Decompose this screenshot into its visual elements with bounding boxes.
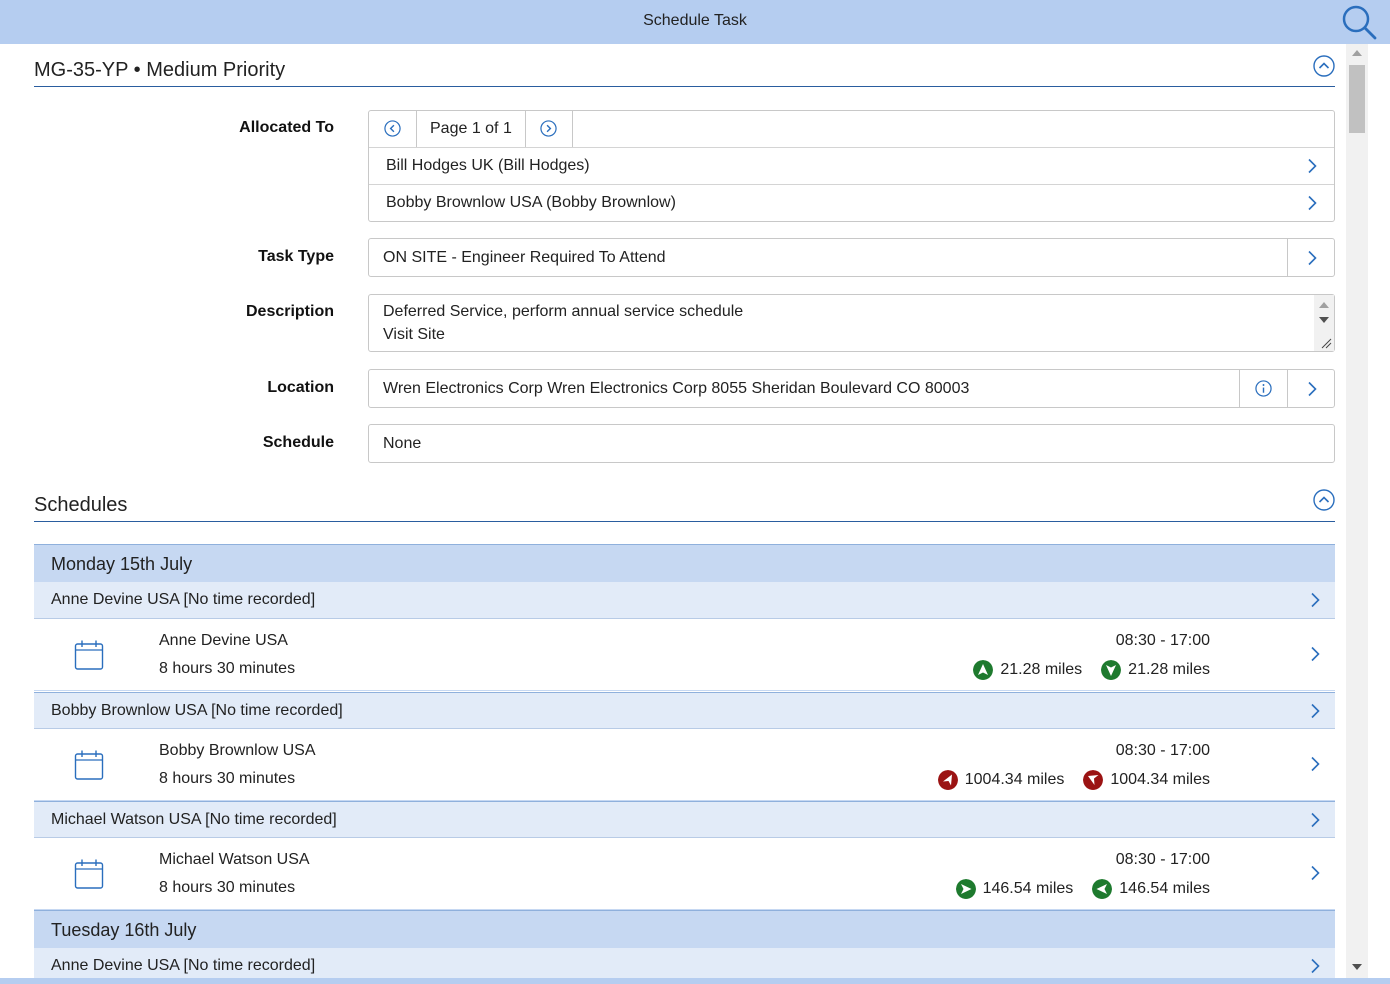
schedule-group-row[interactable]: Bobby Brownlow USA [No time recorded] <box>34 692 1335 729</box>
schedule-group-label: Bobby Brownlow USA [No time recorded] <box>51 702 343 719</box>
description-line-1: Deferred Service, perform annual service… <box>383 303 744 320</box>
chevron-right-icon <box>1308 195 1317 211</box>
collapse-task-section-icon[interactable] <box>1313 55 1335 77</box>
schedule-entry[interactable]: Anne Devine USA 8 hours 30 minutes 08:30… <box>34 619 1335 691</box>
chevron-right-icon[interactable] <box>1306 381 1318 397</box>
chevron-right-icon <box>1311 756 1320 772</box>
allocated-item-label: Bobby Brownlow USA (Bobby Brownlow) <box>386 194 676 211</box>
schedule-value: None <box>383 435 422 452</box>
outbound-direction-icon <box>937 770 958 790</box>
allocated-item-label: Bill Hodges UK (Bill Hodges) <box>386 157 590 174</box>
distance-back: 1004.34 miles <box>1110 771 1210 788</box>
textarea-scrollbar[interactable] <box>1314 295 1334 351</box>
schedule-group-row[interactable]: Anne Devine USA [No time recorded] <box>34 582 1335 619</box>
chevron-right-icon <box>1311 812 1320 828</box>
schedule-entry[interactable]: Bobby Brownlow USA 8 hours 30 minutes 08… <box>34 729 1335 801</box>
allocated-to-list: Page 1 of 1 Bill Hodges UK (Bill Hodges)… <box>368 110 1335 222</box>
previous-page-icon[interactable] <box>384 120 401 137</box>
scrollbar-thumb[interactable] <box>1349 65 1365 133</box>
schedule-group-label: Michael Watson USA [No time recorded] <box>51 811 337 828</box>
description-line-2: Visit Site <box>383 326 445 343</box>
time-range: 08:30 - 17:00 <box>1115 632 1210 649</box>
calendar-icon <box>74 859 104 889</box>
page-indicator: Page 1 of 1 <box>430 120 512 137</box>
day-header: Monday 15th July <box>34 544 1335 583</box>
location-value: Wren Electronics Corp Wren Electronics C… <box>383 380 970 397</box>
engineer-name: Bobby Brownlow USA <box>159 742 316 759</box>
chevron-right-icon <box>1311 703 1320 719</box>
task-type-label: Task Type <box>258 248 334 265</box>
location-field[interactable]: Wren Electronics Corp Wren Electronics C… <box>368 369 1335 408</box>
calendar-icon <box>74 640 104 670</box>
info-icon[interactable] <box>1255 380 1272 397</box>
bottom-bar <box>0 978 1390 984</box>
distance-out: 146.54 miles <box>982 880 1074 897</box>
day-header: Tuesday 16th July <box>34 910 1335 949</box>
page-scrollbar[interactable] <box>1346 44 1368 978</box>
schedule-group-row[interactable]: Michael Watson USA [No time recorded] <box>34 801 1335 838</box>
next-page-icon[interactable] <box>540 120 557 137</box>
allocated-item[interactable]: Bobby Brownlow USA (Bobby Brownlow) <box>369 185 1334 222</box>
schedule-entry[interactable]: Michael Watson USA 8 hours 30 minutes 08… <box>34 838 1335 910</box>
time-range: 08:30 - 17:00 <box>1115 742 1210 759</box>
distance-out: 1004.34 miles <box>964 771 1065 788</box>
day-label: Tuesday 16th July <box>51 920 197 940</box>
distance-back: 146.54 miles <box>1119 880 1210 897</box>
duration: 8 hours 30 minutes <box>159 879 296 896</box>
schedule-group-label: Anne Devine USA [No time recorded] <box>51 591 316 608</box>
schedules-section-header: Schedules <box>34 484 1335 522</box>
description-label: Description <box>245 303 334 320</box>
search-icon[interactable] <box>1340 3 1378 41</box>
engineer-name: Anne Devine USA <box>159 632 288 649</box>
return-direction-icon <box>1101 660 1122 680</box>
chevron-right-icon <box>1311 958 1320 974</box>
location-label: Location <box>267 379 334 396</box>
pager: Page 1 of 1 <box>369 111 1334 148</box>
task-heading: MG-35-YP • Medium Priority <box>34 59 286 81</box>
distance-info: 146.54 miles 146.54 miles <box>955 879 1210 899</box>
chevron-right-icon <box>1311 646 1320 662</box>
outbound-direction-icon <box>973 660 994 680</box>
distance-out: 21.28 miles <box>1000 661 1083 678</box>
task-section-header: MG-35-YP • Medium Priority <box>34 44 1335 87</box>
engineer-name: Michael Watson USA <box>159 851 310 868</box>
allocated-to-label: Allocated To <box>239 119 334 136</box>
scroll-down-arrow-icon[interactable] <box>1352 964 1362 970</box>
task-type-value: ON SITE - Engineer Required To Attend <box>383 249 666 266</box>
schedule-field[interactable]: None <box>368 424 1335 463</box>
scroll-up-arrow-icon[interactable] <box>1352 50 1362 56</box>
calendar-icon <box>74 750 104 780</box>
schedule-label: Schedule <box>262 434 334 451</box>
allocated-item[interactable]: Bill Hodges UK (Bill Hodges) <box>369 148 1334 185</box>
return-direction-icon <box>1083 770 1104 790</box>
schedules-heading: Schedules <box>34 494 128 516</box>
distance-info: 21.28 miles 21.28 miles <box>973 660 1210 680</box>
time-range: 08:30 - 17:00 <box>1115 851 1210 868</box>
chevron-right-icon <box>1308 158 1317 174</box>
chevron-right-icon <box>1311 865 1320 881</box>
chevron-right-icon[interactable] <box>1306 250 1318 266</box>
title-bar: Schedule Task <box>0 0 1390 44</box>
return-direction-icon <box>1092 879 1113 899</box>
distance-back: 21.28 miles <box>1128 661 1210 678</box>
duration: 8 hours 30 minutes <box>159 770 296 787</box>
distance-info: 1004.34 miles 1004.34 miles <box>937 770 1210 790</box>
duration: 8 hours 30 minutes <box>159 660 296 677</box>
chevron-right-icon <box>1311 592 1320 608</box>
schedule-group-label: Anne Devine USA [No time recorded] <box>51 957 316 974</box>
day-label: Monday 15th July <box>51 554 193 574</box>
outbound-direction-icon <box>955 879 976 899</box>
resize-handle-icon[interactable] <box>1321 338 1332 349</box>
collapse-schedules-section-icon[interactable] <box>1313 489 1335 511</box>
window-title: Schedule Task <box>643 12 747 29</box>
schedule-group-row[interactable]: Anne Devine USA [No time recorded] <box>34 948 1335 978</box>
main-content: MG-35-YP • Medium Priority Allocated To … <box>34 44 1335 978</box>
description-textarea[interactable]: Deferred Service, perform annual service… <box>368 294 1335 352</box>
task-type-field[interactable]: ON SITE - Engineer Required To Attend <box>368 238 1335 277</box>
